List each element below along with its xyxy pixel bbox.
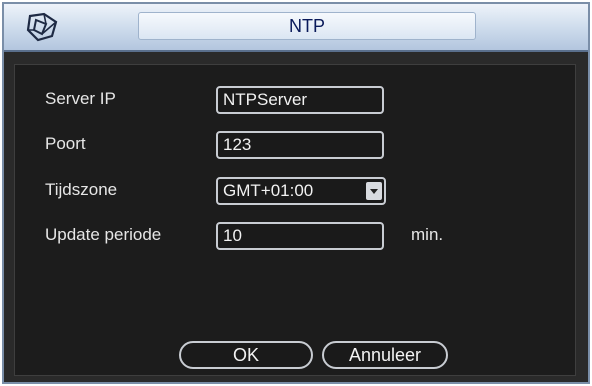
ok-button[interactable]: OK [179, 341, 313, 369]
server-ip-input[interactable]: NTPServer [216, 86, 384, 114]
update-period-input[interactable]: 10 [216, 222, 384, 250]
logo-icon [26, 12, 58, 42]
window-title: NTP [138, 12, 476, 40]
server-ip-label: Server IP [45, 89, 116, 108]
settings-panel: Server IP NTPServer Poort 123 Tijdszone … [14, 64, 576, 376]
timezone-value: GMT+01:00 [223, 181, 314, 200]
timezone-select[interactable]: GMT+01:00 [216, 177, 386, 205]
timezone-label: Tijdszone [45, 180, 118, 199]
chevron-down-icon[interactable] [366, 182, 382, 200]
cancel-button[interactable]: Annuleer [322, 341, 448, 369]
update-period-unit: min. [411, 225, 444, 244]
title-bar: NTP [4, 4, 588, 52]
ntp-dialog: NTP Server IP NTPServer Poort 123 Tijdsz… [2, 2, 590, 384]
port-label: Poort [45, 134, 86, 153]
port-input[interactable]: 123 [216, 131, 384, 159]
update-period-label: Update periode [45, 225, 162, 244]
